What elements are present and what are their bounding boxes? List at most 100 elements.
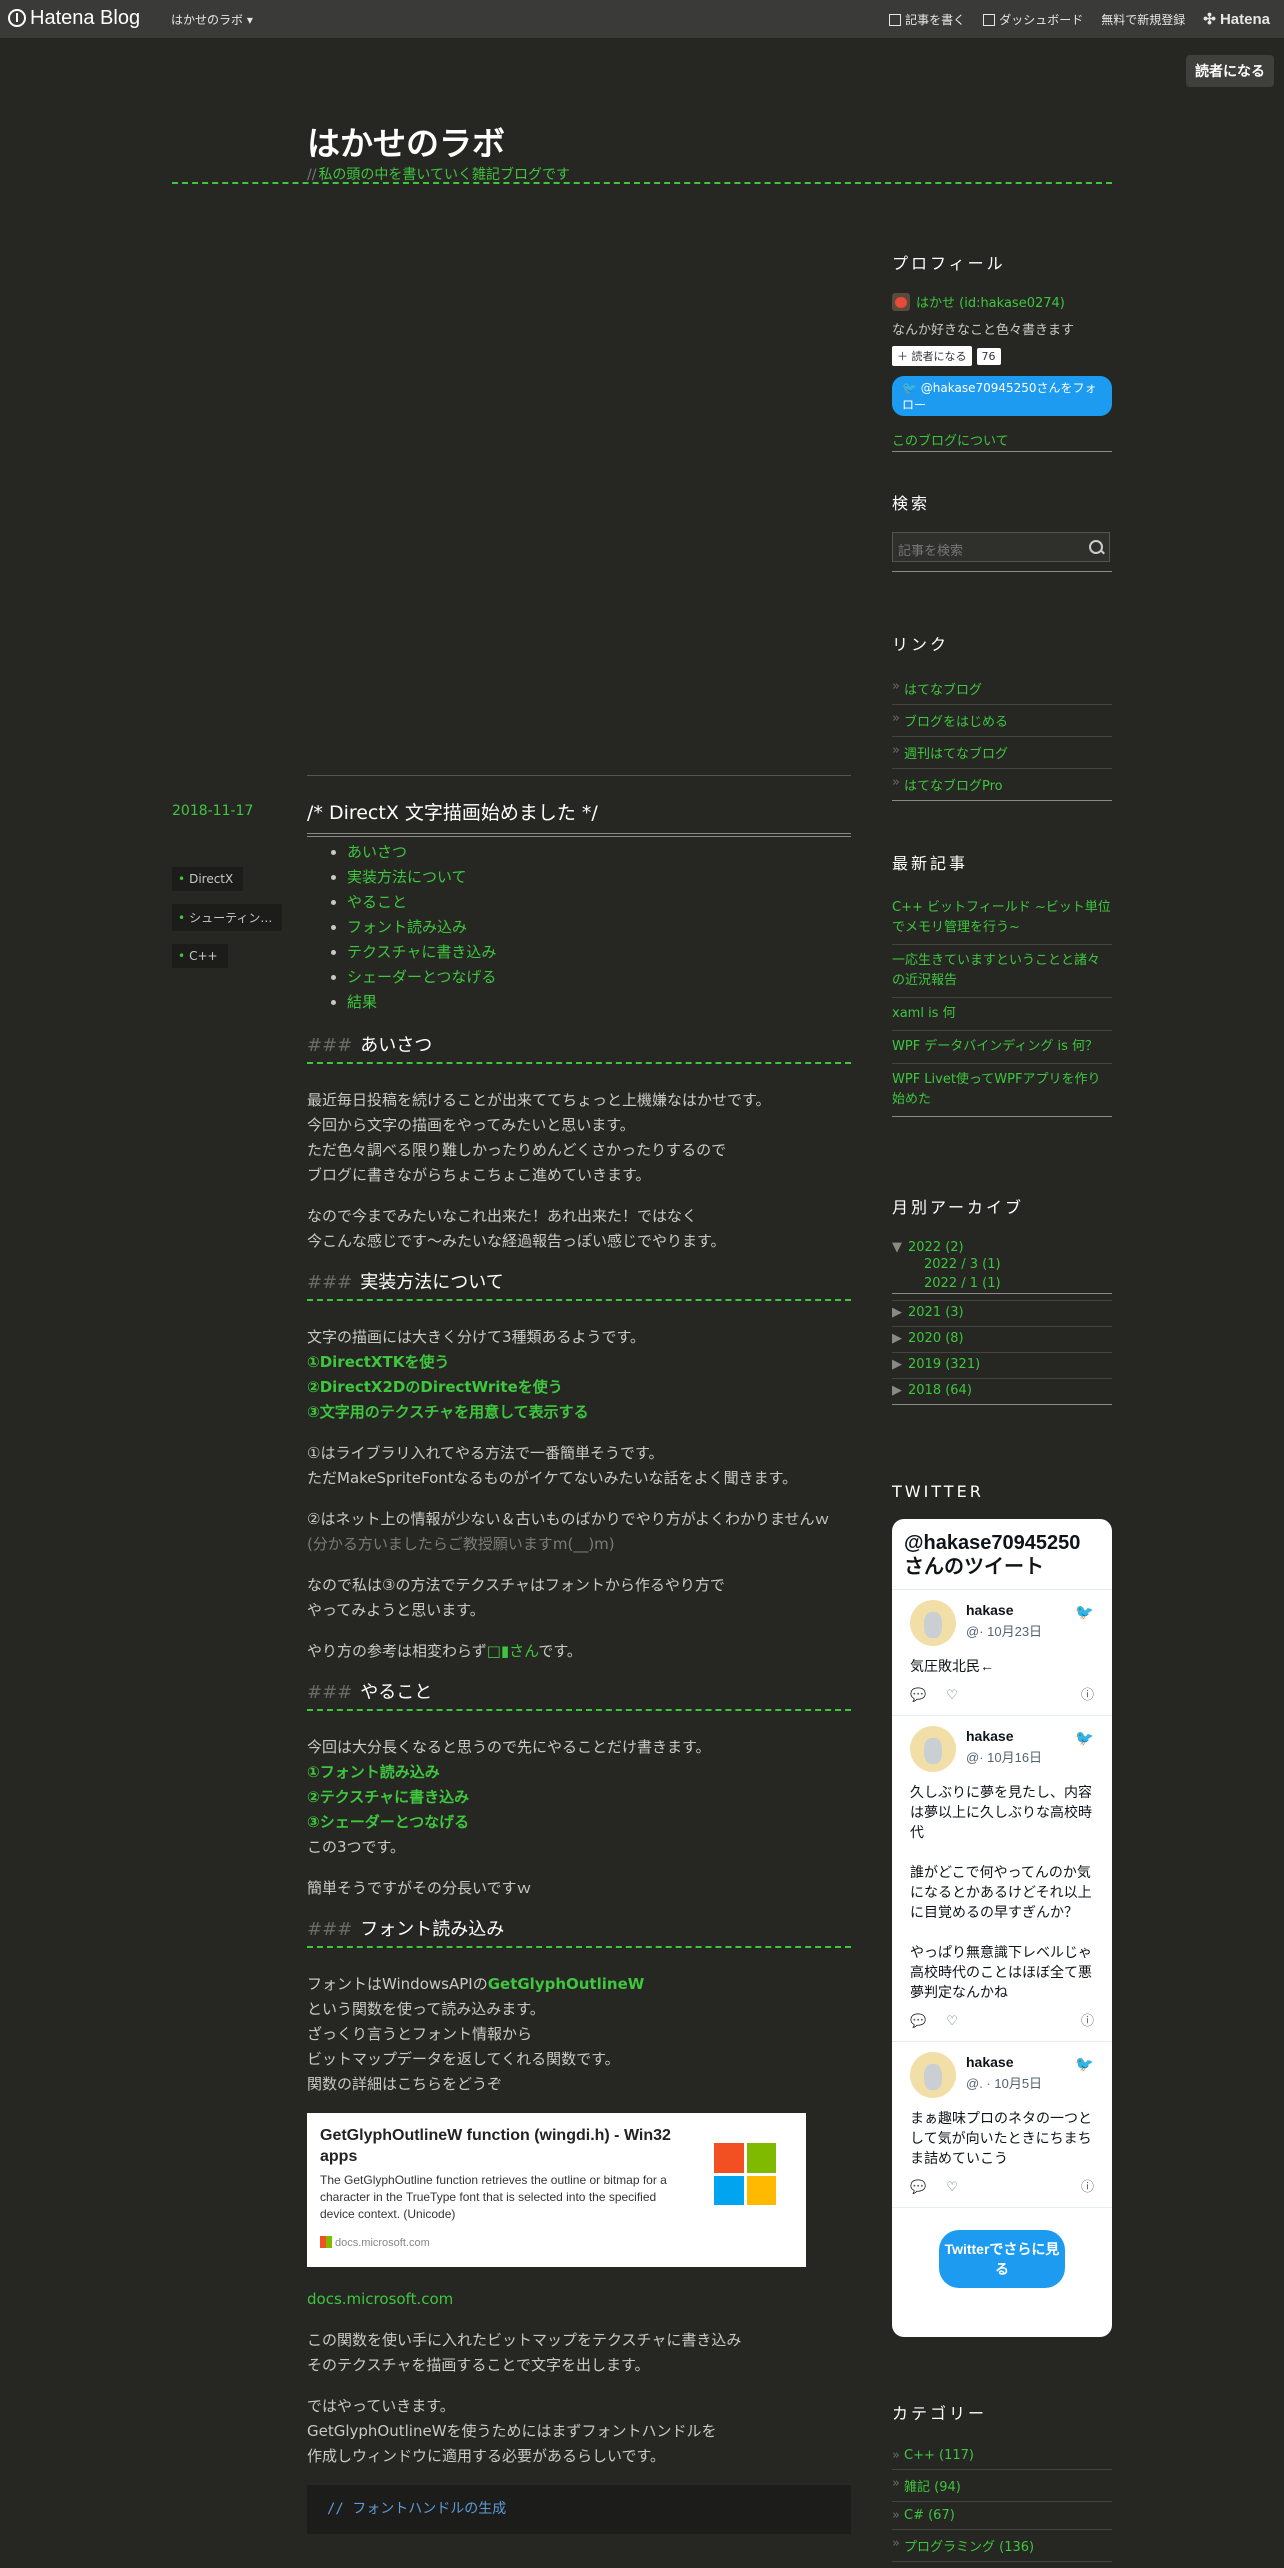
hatena-logo-icon	[8, 9, 26, 27]
search-module: 検索 記事を検索	[892, 490, 1112, 572]
twitter-bird-icon: 🐦	[1075, 1730, 1094, 1747]
docs-link[interactable]: docs.microsoft.com	[307, 2290, 453, 2308]
category-link[interactable]: 雑記 (94)	[892, 2470, 1112, 2502]
archive-year-expanded[interactable]: ▼ 2022 (2) 2022 / 3 (1) 2022 / 1 (1)	[892, 1236, 1112, 1301]
twitter-follow-button[interactable]: 🐦 @hakase70945250さんをフォロー	[892, 376, 1112, 416]
archive-month-link[interactable]: 2022 / 1 (1)	[892, 1274, 1112, 1294]
collapse-icon: ▼	[892, 1240, 902, 1255]
paragraph: フォントはWindowsAPIのGetGlyphOutlineW という関数を使…	[307, 1975, 645, 2093]
recent-entry-link[interactable]: 一応生きていますということと諸々の近況報告	[892, 945, 1112, 998]
info-icon[interactable]: ⓘ	[1081, 2010, 1094, 2031]
entry-divider	[307, 775, 851, 776]
archive-year[interactable]: ▶ 2020 (8)	[892, 1327, 1112, 1353]
subscribe-button-top[interactable]: 読者になる	[1186, 55, 1274, 87]
twitter-timeline[interactable]: @hakase70945250 さんのツイート hakase @· 10月23日 …	[892, 1519, 1112, 2337]
reference-link[interactable]: □▮さん	[487, 1642, 539, 1660]
dashboard-button[interactable]: ダッシュボード	[983, 11, 1083, 28]
recent-entry-link[interactable]: C++ ビットフィールド ~ビット単位でメモリ管理を行う~	[892, 892, 1112, 945]
reply-icon[interactable]: 💬	[910, 2176, 926, 2197]
twitter-see-more-button[interactable]: Twitterでさらに見る	[939, 2230, 1065, 2288]
about-blog-link[interactable]: このブログについて	[892, 430, 1112, 452]
info-icon[interactable]: ⓘ	[1081, 1684, 1094, 1705]
paragraph: 文字の描画には大きく分けて3種類あるようです。 ①DirectXTKを使う ②D…	[307, 1328, 646, 1421]
paragraph: なので私は③の方法でテクスチャはフォントから作るやり方で やってみようと思います。	[307, 1576, 725, 1619]
tweet[interactable]: hakase @· 10月16日 🐦 久しぶりに夢を見たし、内容は夢以上に久しぶり…	[892, 1716, 1112, 2042]
blog-menu-dropdown[interactable]: はかせのラボ ▾	[171, 11, 253, 28]
subscribe-button[interactable]: ＋ 読者になる	[892, 346, 972, 366]
avatar[interactable]	[910, 2052, 956, 2098]
tweet[interactable]: hakase @. · 10月5日 🐦 まぁ趣味プロのネタの一つとして気が向いたと…	[892, 2042, 1112, 2208]
links-module: リンク はてなブログ ブログをはじめる 週刊はてなブログ はてなブログPro	[892, 631, 1112, 801]
avatar[interactable]	[910, 1726, 956, 1772]
info-icon[interactable]: ⓘ	[1081, 2176, 1094, 2197]
avatar[interactable]	[910, 1600, 956, 1646]
module-title: プロフィール	[892, 254, 1006, 273]
like-icon[interactable]: ♡	[946, 1684, 1081, 1705]
toc-item[interactable]: テクスチャに書き込み	[347, 940, 851, 965]
search-icon[interactable]	[1089, 540, 1103, 554]
category-tag[interactable]: • シューティン…	[172, 904, 283, 931]
category-link[interactable]: プログラミング (136)	[892, 2530, 1112, 2562]
archive-year[interactable]: ▶ 2019 (321)	[892, 1353, 1112, 1379]
toc-item[interactable]: 結果	[347, 990, 851, 1015]
expand-icon: ▶	[892, 1357, 902, 1372]
paragraph: 最近毎日投稿を続けることが出来ててちょっと上機嫌なはかせです。 今回から文字の描画…	[307, 1091, 771, 1184]
entry-date[interactable]: 2018-11-17	[172, 803, 253, 819]
archive-year[interactable]: ▶ 2021 (3)	[892, 1301, 1112, 1327]
categories-module: カテゴリー C++ (117) 雑記 (94) C# (67) プログラミング …	[892, 2400, 1112, 2562]
timeline-header: @hakase70945250 さんのツイート	[892, 1519, 1112, 1590]
recent-entry-link[interactable]: WPF データバインディング is 何？	[892, 1031, 1112, 1064]
signup-link[interactable]: 無料で新規登録	[1101, 11, 1185, 28]
section-heading: ### 実装方法について	[307, 1270, 851, 1301]
section-heading: ### フォント読み込み	[307, 1917, 851, 1948]
hatena-account-menu[interactable]: ✣ Hatena	[1203, 10, 1270, 28]
toc-item[interactable]: 実装方法について	[347, 865, 851, 890]
reply-icon[interactable]: 💬	[910, 1684, 926, 1705]
like-icon[interactable]: ♡	[946, 2176, 1081, 2197]
embed-card-site: docs.microsoft.com	[320, 2231, 793, 2256]
sidebar-link[interactable]: 週刊はてなブログ	[892, 737, 1112, 769]
embed-card-description: The GetGlyphOutline function retrieves t…	[320, 2173, 667, 2221]
category-link[interactable]: C++ (117)	[892, 2442, 1112, 2470]
twitter-bird-icon: 🐦	[1075, 2056, 1094, 2073]
like-icon[interactable]: ♡	[946, 2010, 1081, 2031]
code-block: // フォントハンドルの生成	[307, 2485, 851, 2534]
entry-title[interactable]: /* DirectX 文字描画始めました */	[307, 798, 851, 837]
sidebar-link[interactable]: はてなブログ	[892, 673, 1112, 705]
tweet-text: 久しぶりに夢を見たし、内容は夢以上に久しぶりな高校時代 誰がどこで何やってんのか…	[910, 1784, 1092, 2000]
toc-item[interactable]: シェーダーとつなげる	[347, 965, 851, 990]
sidebar-link[interactable]: はてなブログPro	[892, 769, 1112, 801]
recent-entry-link[interactable]: xaml is 何	[892, 998, 1112, 1031]
hatena-blog-logo[interactable]: Hatena Blog	[8, 7, 140, 30]
module-title: カテゴリー	[892, 2404, 988, 2423]
expand-icon: ▶	[892, 1383, 902, 1398]
header-divider	[172, 182, 1112, 184]
profile-name[interactable]: はかせ (id:hakase0274)	[892, 292, 1112, 311]
archive-year[interactable]: ▶ 2018 (64)	[892, 1379, 1112, 1405]
paragraph: ②はネット上の情報が少ない＆古いものばかりでやり方がよくわかりませんｗ (分かる方…	[307, 1510, 830, 1553]
category-link[interactable]: C# (67)	[892, 2502, 1112, 2530]
blog-title[interactable]: はかせのラボ	[307, 117, 505, 165]
toc-item[interactable]: やること	[347, 890, 851, 915]
tweet-text: まぁ趣味プロのネタの一つとして気が向いたときにちまちま詰めていこう	[910, 2110, 1092, 2166]
paragraph: ①はライブラリ入れてやる方法で一番簡単そうです。 ただMakeSpriteFont…	[307, 1444, 798, 1487]
embed-card-title: GetGlyphOutlineW function (wingdi.h) - W…	[320, 2127, 671, 2165]
module-title: 最新記事	[892, 854, 969, 873]
subscriber-count: 76	[976, 348, 1001, 365]
paragraph: この関数を使い手に入れたビットマップをテクスチャに書き込み そのテクスチャを描画す…	[307, 2331, 742, 2374]
embed-link-card[interactable]: GetGlyphOutlineW function (wingdi.h) - W…	[307, 2113, 806, 2267]
expand-icon: ▶	[892, 1331, 902, 1346]
toc-item[interactable]: フォント読み込み	[347, 915, 851, 940]
write-article-button[interactable]: 記事を書く	[889, 11, 965, 28]
section-heading: ### やること	[307, 1680, 851, 1711]
category-tag[interactable]: • C++	[172, 944, 228, 968]
archive-month-link[interactable]: 2022 / 3 (1)	[892, 1255, 1112, 1274]
recent-entry-link[interactable]: WPF Livet使ってWPFアプリを作り始めた	[892, 1064, 1112, 1117]
toc-item[interactable]: あいさつ	[347, 840, 851, 865]
tweet[interactable]: hakase @· 10月23日 🐦 気圧敗北民← 💬 ♡ ⓘ	[892, 1590, 1112, 1716]
search-input[interactable]: 記事を検索	[892, 532, 1110, 562]
profile-module: プロフィール はかせ (id:hakase0274) なんか好きなこと色々書きま…	[892, 250, 1112, 452]
category-tag[interactable]: • DirectX	[172, 867, 244, 891]
reply-icon[interactable]: 💬	[910, 2010, 926, 2031]
sidebar-link[interactable]: ブログをはじめる	[892, 705, 1112, 737]
